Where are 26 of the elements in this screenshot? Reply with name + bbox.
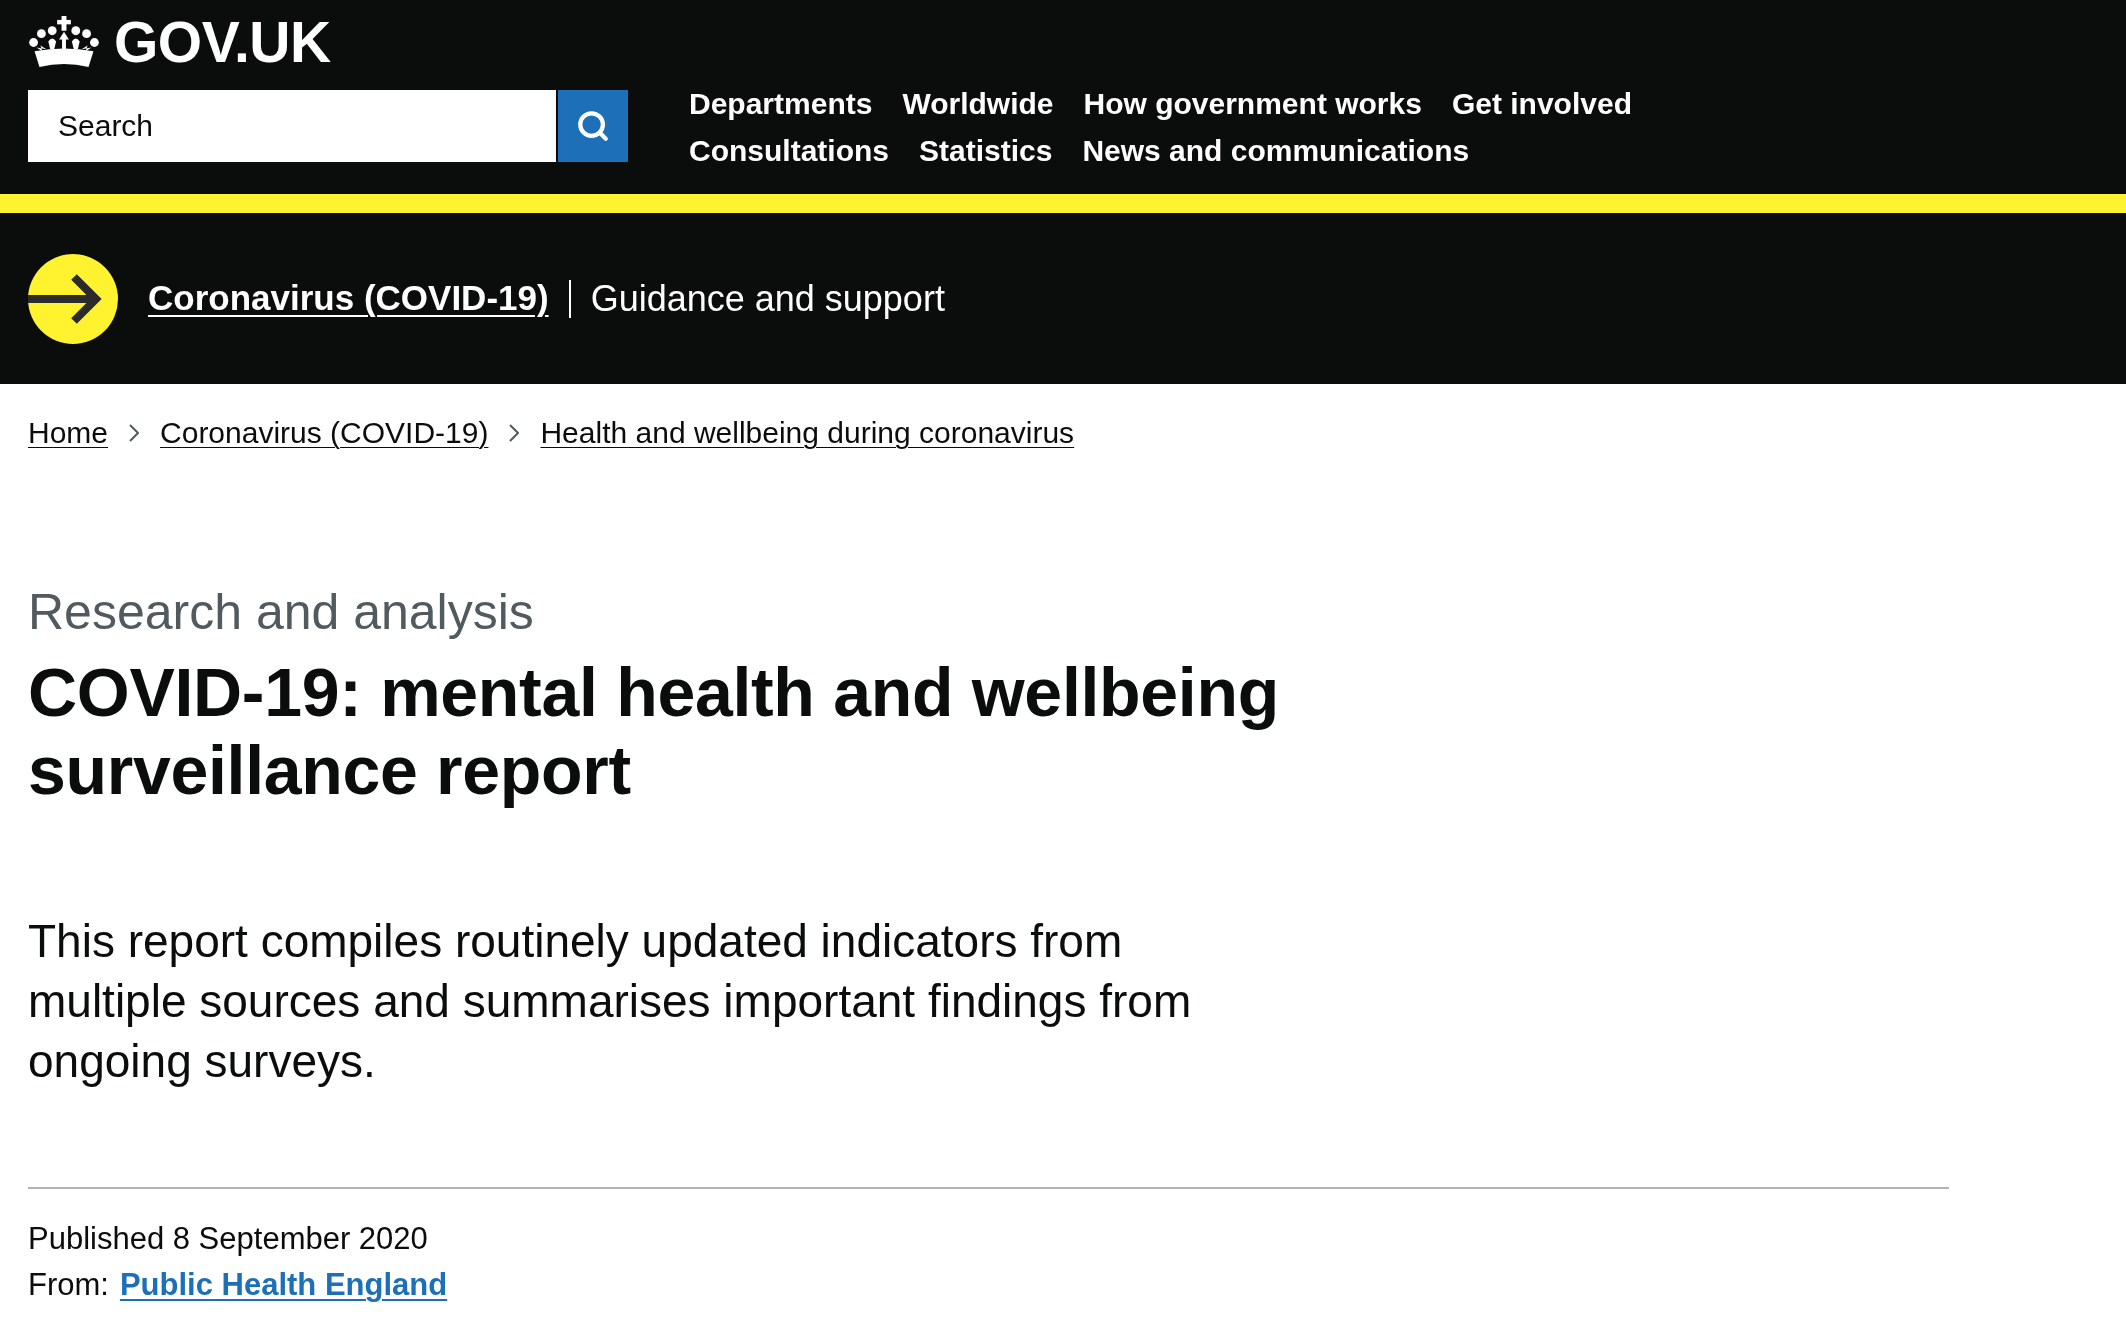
- nav-link[interactable]: Get involved: [1451, 80, 1632, 127]
- search-field[interactable]: Search: [28, 90, 556, 162]
- page-title: COVID-19: mental health and wellbeing surveillance report: [28, 653, 1280, 809]
- chevron-right-icon: [509, 424, 520, 442]
- logo-link[interactable]: GOV.UK: [28, 14, 331, 70]
- organisation-link[interactable]: Public Health England: [119, 1265, 448, 1305]
- banner-tagline: Guidance and support: [590, 276, 945, 321]
- crown-icon: [28, 15, 100, 69]
- search-button[interactable]: [558, 90, 628, 162]
- page-caption: Research and analysis: [28, 583, 534, 642]
- nav-link[interactable]: News and communications: [1082, 127, 1470, 174]
- breadcrumb-link[interactable]: Home: [28, 415, 109, 451]
- page-description: This report compiles routinely updated indicators from multiple sources and summarises important findings from ongoing surveys.: [28, 914, 1193, 1089]
- nav-link[interactable]: Statistics: [919, 127, 1053, 174]
- published-date: Published 8 September 2020: [28, 1220, 428, 1258]
- nav-link[interactable]: Departments: [689, 80, 873, 127]
- arrow-circle-icon: [28, 253, 118, 344]
- nav-link[interactable]: Consultations: [689, 127, 889, 174]
- breadcrumb-link[interactable]: Health and wellbeing during coronavirus: [540, 415, 1075, 451]
- breadcrumb-link[interactable]: Coronavirus (COVID-19): [160, 415, 489, 451]
- coronavirus-link[interactable]: Coronavirus (COVID-19): [148, 272, 549, 325]
- search-icon: [576, 109, 610, 143]
- from-label: From:: [28, 1266, 109, 1304]
- nav-link[interactable]: Worldwide: [902, 80, 1054, 127]
- nav-link[interactable]: How government works: [1083, 80, 1422, 127]
- chevron-right-icon: [129, 424, 140, 442]
